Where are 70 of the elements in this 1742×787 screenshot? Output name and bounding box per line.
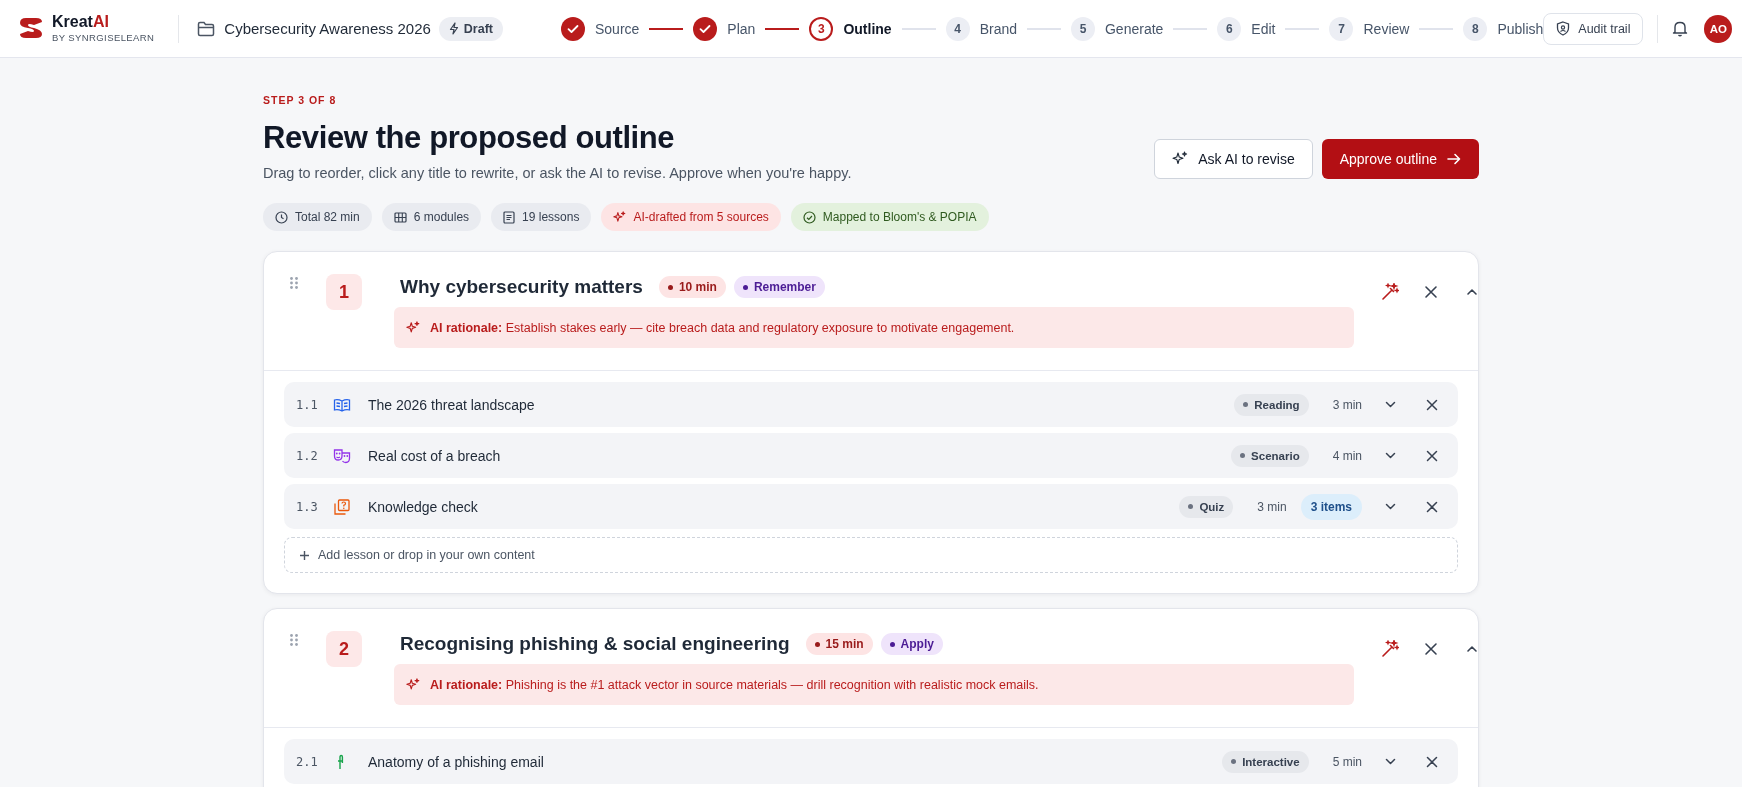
lesson-row[interactable]: 1.1 The 2026 threat landscape Reading 3 min	[284, 382, 1458, 427]
step-label: Generate	[1105, 20, 1164, 37]
bloom-level-badge: Apply	[880, 633, 943, 655]
lesson-title[interactable]: Anatomy of a phishing email	[368, 753, 544, 770]
brand-tagline: BY SYNRGISELEARN	[52, 32, 155, 43]
lesson-title[interactable]: Real cost of a breach	[368, 447, 501, 464]
lesson-title[interactable]: Knowledge check	[368, 498, 478, 515]
add-lesson-button[interactable]: Add lesson or drop in your own content	[284, 537, 1458, 573]
item-count-badge: 3 items	[1300, 493, 1362, 520]
lesson-number: 1.3	[296, 499, 318, 514]
module-title[interactable]: Why cybersecurity matters	[400, 276, 643, 298]
lesson-number: 2.1	[296, 754, 318, 769]
lesson-type-badge: Quiz	[1179, 495, 1234, 518]
audit-trail-button[interactable]: Audit trail	[1543, 12, 1644, 45]
summary-chip: Mapped to Bloom's & POPIA	[790, 203, 989, 231]
summary-chip: 6 modules	[381, 203, 482, 231]
step-number: 4	[945, 16, 970, 41]
lesson-type-badge: Reading	[1234, 393, 1309, 416]
duration-badge: 15 min	[805, 633, 873, 655]
stepper-step[interactable]: 7 Review	[1329, 16, 1410, 41]
step-number: 6	[1217, 16, 1242, 41]
rationale-text: AI rationale: Establish stakes early — cite breach data and regulatory exposure to motivate engagement.	[430, 320, 1015, 335]
stepper-step[interactable]: Plan	[693, 16, 756, 41]
summary-chip: AI-drafted from 5 sources	[601, 203, 781, 231]
step-label: Plan	[727, 20, 756, 37]
step-label: Edit	[1251, 20, 1276, 37]
stepper-step[interactable]: Source	[561, 16, 640, 41]
step-label: Brand	[979, 20, 1017, 37]
step-number: 5	[1071, 16, 1095, 41]
lesson-number: 1.1	[296, 397, 318, 412]
duration-badge: 10 min	[658, 276, 726, 298]
step-number: 7	[1329, 16, 1354, 41]
step-label: Publish	[1497, 20, 1544, 37]
step-label: Review	[1363, 20, 1410, 37]
page-subtitle: Drag to reorder, click any title to rewrite, or ask the AI to revise. Approve when you're happy.	[263, 165, 852, 181]
rationale-text: AI rationale: Phishing is the #1 attack vector in source materials — drill recognition with realistic mock emails.	[430, 677, 1039, 692]
lesson-row[interactable]: 1.3 Knowledge check Quiz 3 min 3 items	[284, 484, 1458, 529]
stepper-step[interactable]: 4 Brand	[945, 16, 1017, 41]
stepper-step[interactable]: 3 Outline	[809, 16, 892, 41]
lesson-duration: 4 min	[1332, 448, 1362, 463]
lesson-title[interactable]: The 2026 threat landscape	[368, 396, 535, 413]
project-title: Cybersecurity Awareness 2026	[224, 20, 431, 37]
step-number: 8	[1463, 16, 1488, 41]
stepper-step[interactable]: 5 Generate	[1071, 16, 1164, 41]
summary-chip: 19 lessons	[491, 203, 592, 231]
approve-outline-button[interactable]: Approve outline	[1321, 139, 1479, 179]
page-title: Review the proposed outline	[263, 120, 676, 156]
module-number: 2	[326, 631, 362, 667]
lesson-row[interactable]: 1.2 Real cost of a breach Scenario 4 min	[284, 433, 1458, 478]
module-title[interactable]: Recognising phishing & social engineering	[400, 633, 790, 655]
step-indicator: STEP 3 OF 8	[263, 94, 338, 106]
lesson-row[interactable]: 2.1 Anatomy of a phishing email Interactive 5 min	[284, 739, 1458, 784]
module-number: 1	[326, 274, 362, 310]
stepper-step[interactable]: 8 Publish	[1463, 16, 1544, 41]
user-avatar[interactable]: AO	[1704, 14, 1733, 43]
step-label: Outline	[843, 20, 892, 37]
stepper-step[interactable]: 6 Edit	[1217, 16, 1276, 41]
lesson-type-badge: Scenario	[1231, 444, 1309, 467]
summary-chip: Total 82 min	[263, 203, 372, 231]
bloom-level-badge: Remember	[733, 276, 825, 298]
lesson-duration: 5 min	[1332, 754, 1362, 769]
lesson-duration: 3 min	[1257, 499, 1287, 514]
step-label: Source	[595, 20, 640, 37]
lesson-type-badge: Interactive	[1222, 750, 1309, 773]
brand-name: KreatAI	[52, 14, 110, 31]
lesson-duration: 3 min	[1332, 397, 1362, 412]
status-badge: Draft	[438, 16, 503, 41]
step-number: 3	[809, 16, 834, 41]
ask-ai-button[interactable]: Ask AI to revise	[1154, 139, 1313, 179]
lesson-number: 1.2	[296, 448, 318, 463]
